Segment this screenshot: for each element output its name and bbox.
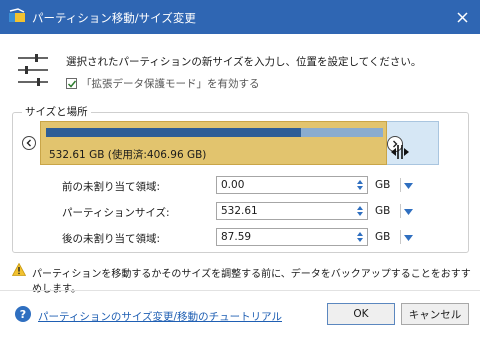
before-unallocated-input[interactable] <box>217 177 347 193</box>
unit-divider <box>400 230 401 244</box>
chevron-left-icon <box>26 139 31 147</box>
enhanced-mode-label: 「拡張データ保護モード」を有効する <box>81 78 260 90</box>
footer-divider <box>0 290 480 291</box>
warning-icon <box>12 263 26 276</box>
after-unallocated-field[interactable] <box>216 228 368 246</box>
checkmark-icon <box>67 80 77 88</box>
sliders-settings-icon <box>18 54 48 86</box>
partition-size-unit: GB <box>375 205 391 217</box>
move-left-button[interactable] <box>22 136 36 150</box>
ok-button[interactable]: OK <box>327 303 395 325</box>
used-space-bar <box>46 128 301 137</box>
chevron-down-icon[interactable] <box>404 183 413 189</box>
tutorial-link[interactable]: パーティションのサイズ変更/移動のチュートリアル <box>38 309 282 324</box>
title-bar: パーティション移動/サイズ変更 <box>0 0 480 34</box>
after-unallocated-unit: GB <box>375 231 391 243</box>
enhanced-mode-option[interactable]: 「拡張データ保護モード」を有効する <box>66 76 260 91</box>
free-space-bar <box>301 128 383 137</box>
group-label: サイズと場所 <box>22 104 91 119</box>
spin-up-icon[interactable] <box>354 230 366 237</box>
before-unallocated-unit: GB <box>375 179 391 191</box>
unit-divider <box>400 178 401 192</box>
partition-size-field-label: パーティションサイズ: <box>62 207 170 219</box>
partition-size-spinner[interactable] <box>354 204 366 219</box>
before-unallocated-spinner[interactable] <box>354 178 366 193</box>
help-icon[interactable]: ? <box>15 306 31 322</box>
before-unallocated-label: 前の未割り当て領域: <box>62 181 161 193</box>
chevron-down-icon[interactable] <box>404 209 413 215</box>
resize-cursor-icon <box>391 145 409 159</box>
partition-size-label: 532.61 GB (使用済:406.96 GB) <box>49 149 207 161</box>
spin-down-icon[interactable] <box>354 211 366 218</box>
enhanced-mode-checkbox[interactable] <box>66 78 77 89</box>
instruction-text: 選択されたパーティションの新サイズを入力し、位置を設定してください。 <box>66 56 422 68</box>
close-icon <box>456 11 468 23</box>
spin-up-icon[interactable] <box>354 178 366 185</box>
cancel-button[interactable]: キャンセル <box>401 303 469 325</box>
spin-down-icon[interactable] <box>354 237 366 244</box>
partition-app-icon <box>9 8 25 22</box>
before-unallocated-field[interactable] <box>216 176 368 194</box>
partition-size-input[interactable] <box>217 203 347 219</box>
after-unallocated-input[interactable] <box>217 229 347 245</box>
unit-divider <box>400 204 401 218</box>
spin-down-icon[interactable] <box>354 185 366 192</box>
close-button[interactable] <box>444 0 480 34</box>
spin-up-icon[interactable] <box>354 204 366 211</box>
chevron-down-icon[interactable] <box>404 235 413 241</box>
partition-size-field[interactable] <box>216 202 368 220</box>
after-unallocated-spinner[interactable] <box>354 230 366 245</box>
after-unallocated-label: 後の未割り当て領域: <box>62 233 161 245</box>
window-title: パーティション移動/サイズ変更 <box>32 11 196 25</box>
